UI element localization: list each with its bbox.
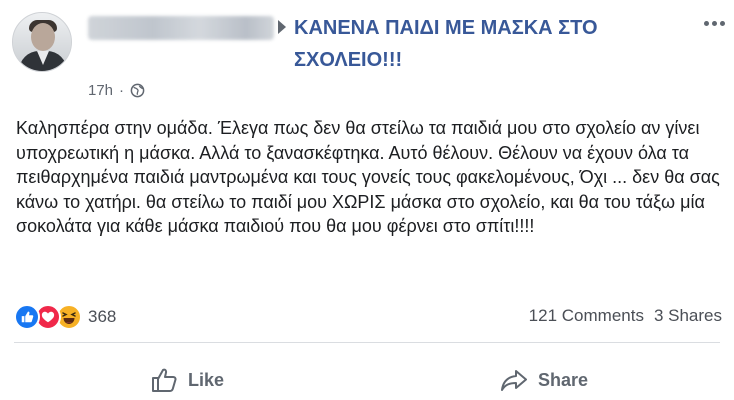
divider — [14, 342, 720, 343]
share-button[interactable]: Share — [500, 360, 588, 400]
like-icon — [14, 304, 40, 330]
comments-count-link[interactable]: 121 Comments — [529, 306, 644, 326]
globe-icon[interactable] — [130, 83, 145, 98]
group-name-link[interactable]: ΚΑΝΕΝΑ ΠΑΙΔΙ ΜΕ ΜΑΣΚΑ ΣΤΟ ΣΧΟΛΕΙΟ!!! — [294, 12, 654, 76]
post-timestamp[interactable]: 17h — [88, 82, 113, 99]
author-name-redacted[interactable] — [88, 16, 274, 40]
reactions-summary[interactable]: 368 — [14, 302, 116, 332]
meta-separator: · — [119, 81, 125, 99]
like-label: Like — [188, 369, 225, 390]
post-text: Καλησπέρα στην ομάδα. Έλεγα πως δεν θα σ… — [16, 118, 720, 236]
like-button[interactable]: Like — [150, 360, 224, 400]
thumbs-up-icon — [152, 368, 177, 392]
more-icon[interactable] — [702, 14, 726, 32]
share-label: Share — [538, 369, 589, 390]
action-bar: Like Share — [0, 360, 734, 400]
post-meta: 17h · — [88, 80, 145, 100]
shares-count-link[interactable]: 3 Shares — [654, 306, 722, 326]
arrow-right-icon — [278, 20, 286, 34]
avatar[interactable] — [12, 12, 72, 72]
facebook-post: ΚΑΝΕΝΑ ΠΑΙΔΙ ΜΕ ΜΑΣΚΑ ΣΤΟ ΣΧΟΛΕΙΟ!!! 17h… — [0, 0, 734, 400]
share-icon — [501, 370, 527, 391]
post-stats: 121 Comments 3 Shares — [529, 306, 722, 326]
reactions-count: 368 — [88, 307, 117, 326]
